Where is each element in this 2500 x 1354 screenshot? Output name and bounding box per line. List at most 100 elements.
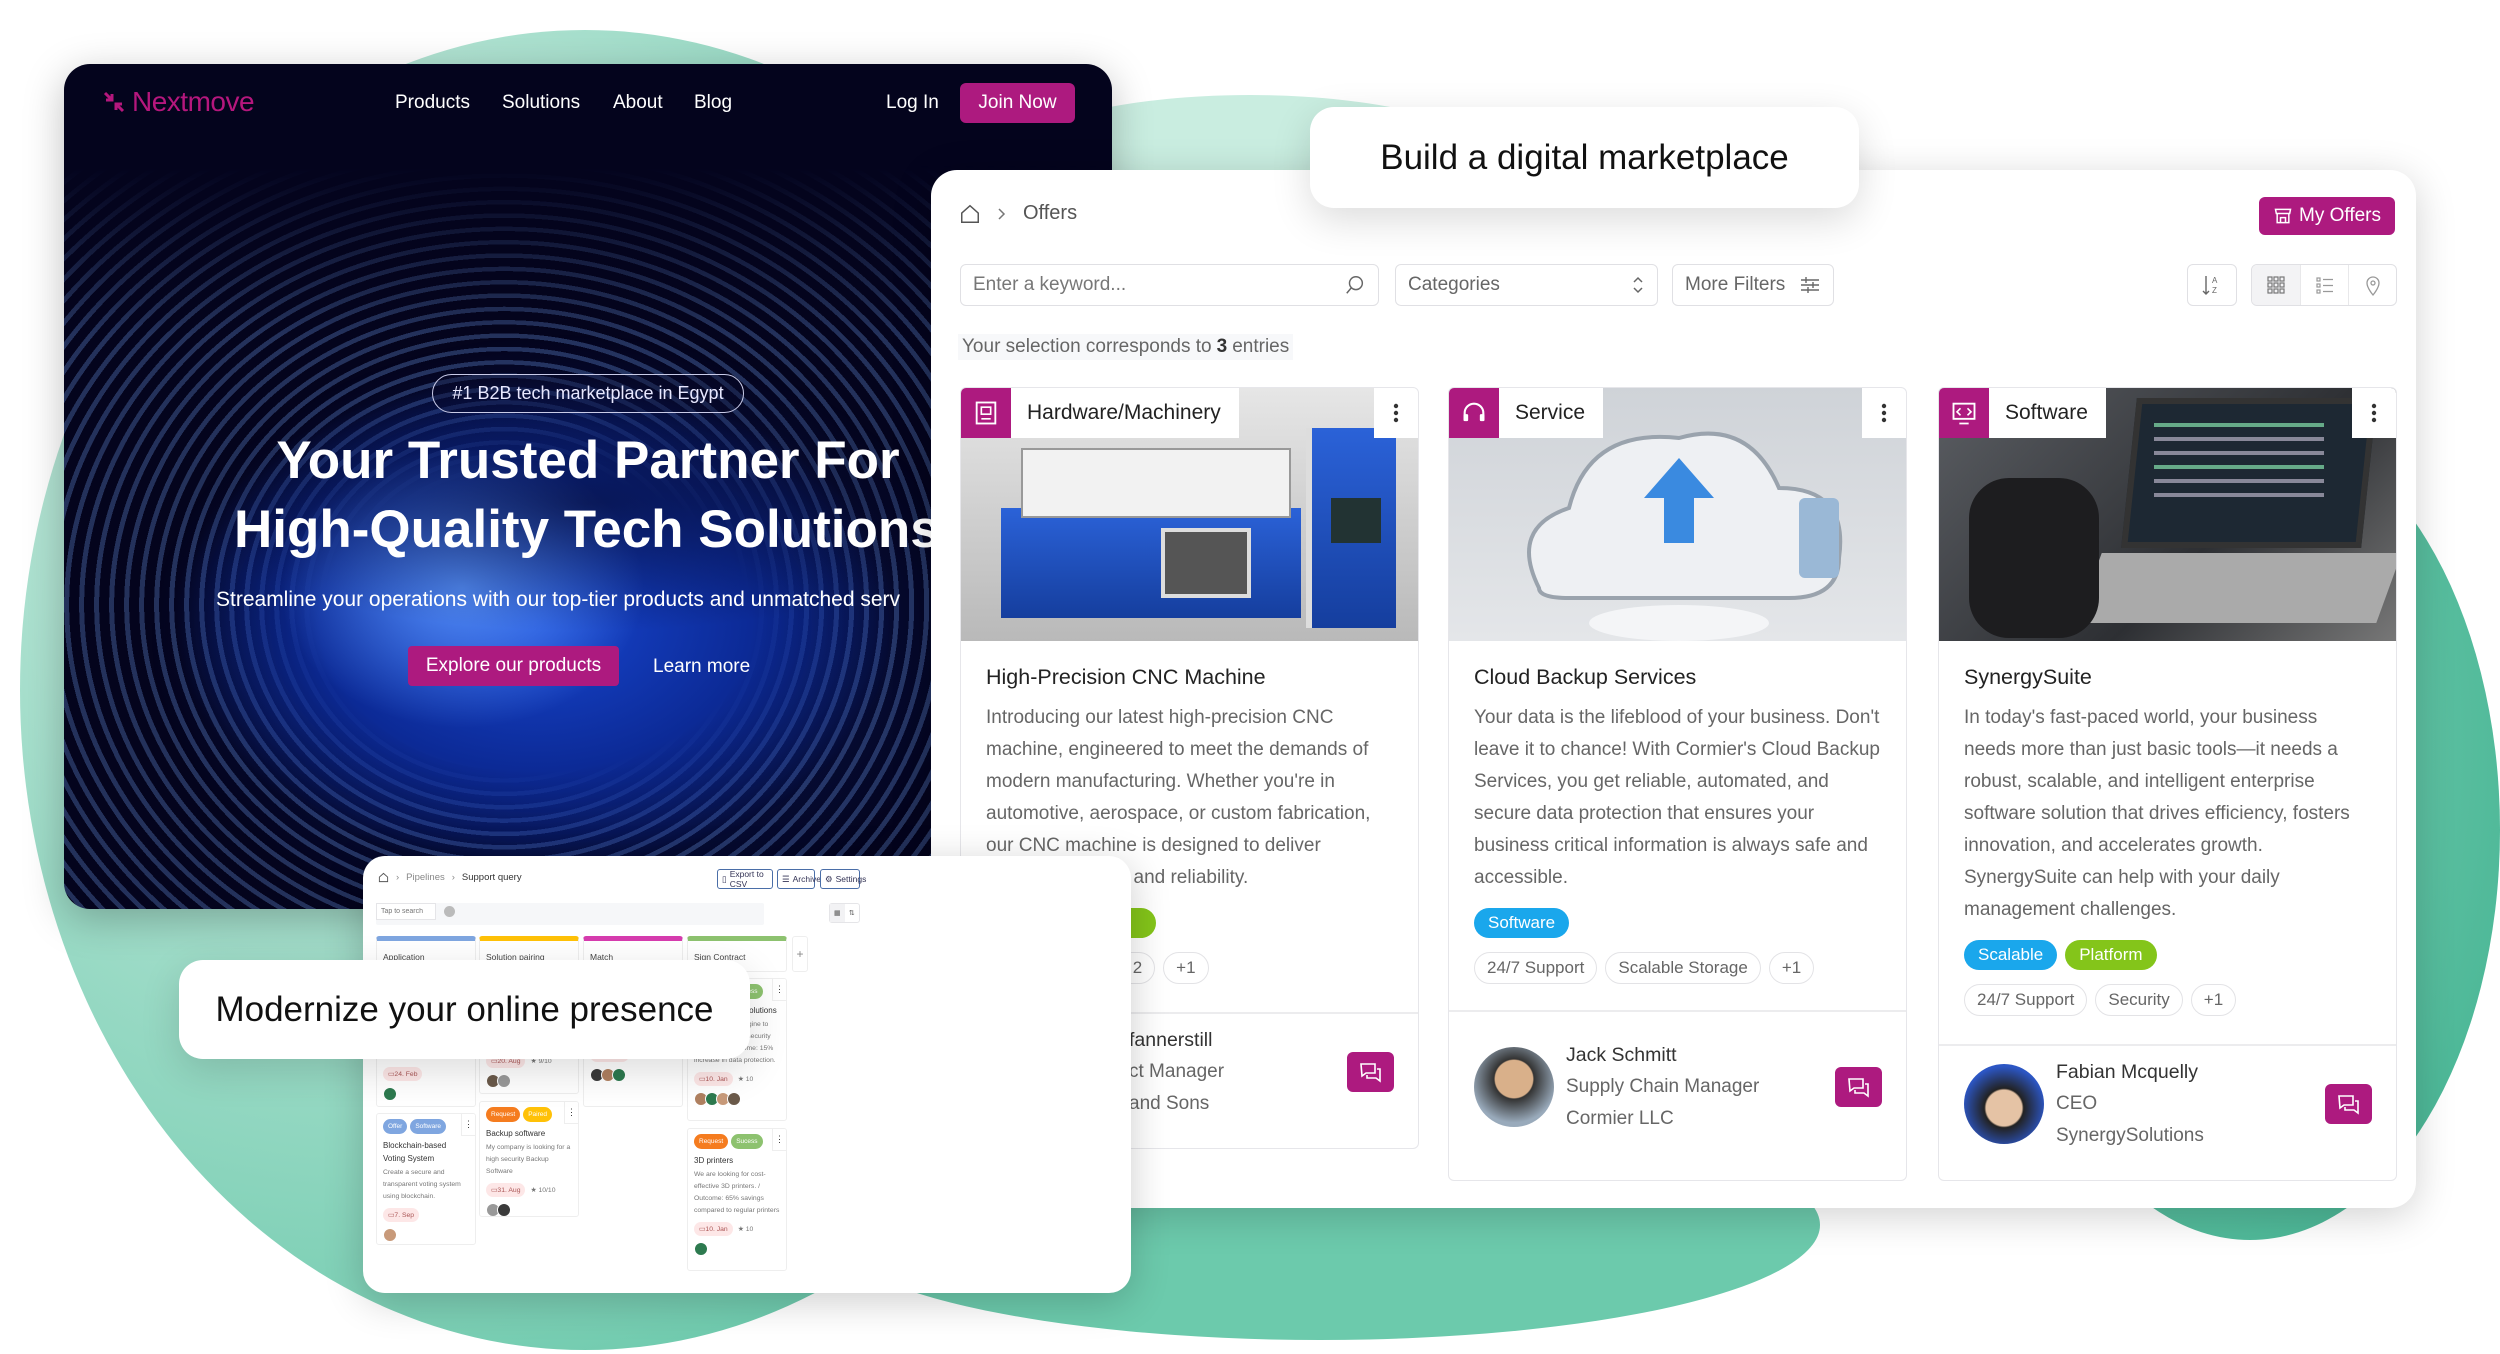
store-icon — [2274, 208, 2292, 224]
card-rating: ★ 10 — [738, 1075, 754, 1083]
date-text: 24. Feb — [394, 1070, 418, 1078]
settings-button[interactable]: ⚙ Settings — [820, 869, 866, 889]
card-tag: Request — [694, 1134, 729, 1149]
home-icon[interactable] — [959, 203, 981, 225]
offer-chip[interactable]: Scalable Storage — [1605, 952, 1761, 984]
card-assignees — [694, 1092, 780, 1106]
home-icon[interactable] — [378, 872, 389, 883]
board-view-icon[interactable]: ▦ — [830, 904, 845, 922]
chevron-updown-icon — [1633, 276, 1643, 294]
nav-solutions[interactable]: Solutions — [502, 92, 580, 114]
user-filter-icon[interactable] — [444, 906, 455, 917]
contact-role: Supply Chain Manager — [1566, 1076, 1760, 1097]
keyword-search[interactable] — [960, 264, 1379, 306]
list-view-button[interactable] — [2300, 265, 2348, 305]
category-name: Service — [1515, 401, 1586, 424]
keyword-search-input[interactable] — [973, 274, 1308, 296]
offer-image[interactable]: Hardware/Machinery — [961, 388, 1418, 641]
contact-name[interactable]: Fabian Mcquelly — [2056, 1056, 2204, 1088]
avatar[interactable] — [1964, 1064, 2044, 1144]
kebab-menu-icon[interactable]: ⋮ — [772, 1129, 786, 1151]
date-text: 10. Jan — [705, 1225, 728, 1233]
marketplace-callout: Build a digital marketplace — [1310, 107, 1859, 208]
nav-blog[interactable]: Blog — [694, 92, 732, 114]
star-icon: ★ — [737, 1076, 746, 1083]
learn-more-link[interactable]: Learn more — [653, 656, 750, 678]
join-now-button[interactable]: Join Now — [960, 83, 1075, 123]
card-title[interactable]: Backup software — [486, 1127, 572, 1140]
chat-button[interactable] — [1347, 1052, 1394, 1092]
avatar[interactable] — [727, 1092, 741, 1106]
offer-title[interactable]: High-Precision CNC Machine — [986, 665, 1393, 690]
offer-card[interactable]: Software SynergySuite In today's fast-pace… — [1938, 387, 2397, 1181]
offer-chip[interactable]: 24/7 Support — [1964, 984, 2088, 1016]
my-offers-button[interactable]: My Offers — [2259, 197, 2395, 235]
kebab-menu-icon[interactable] — [1862, 388, 1906, 438]
pipeline-card[interactable]: ⋮ Request Paired Backup software My company … — [479, 1101, 579, 1217]
kebab-menu-icon[interactable]: ⋮ — [772, 979, 786, 1001]
sort-icon[interactable]: ⇅ — [845, 904, 860, 922]
pipeline-card[interactable]: ⋮ Offer Software Blockchain-based Voting Sy… — [376, 1113, 476, 1245]
grid-view-button[interactable] — [2252, 265, 2300, 305]
avatar[interactable] — [383, 1087, 397, 1101]
contact-name[interactable]: Jack Schmitt — [1566, 1039, 1759, 1071]
offer-image[interactable]: Service — [1449, 388, 1906, 641]
nav-about[interactable]: About — [613, 92, 663, 114]
card-assignees — [383, 1228, 469, 1242]
avatar[interactable] — [612, 1068, 626, 1082]
kebab-menu-icon[interactable] — [2352, 388, 2396, 438]
kebab-menu-icon[interactable]: ⋮ — [461, 1114, 475, 1136]
kebab-menu-icon[interactable]: ⋮ — [564, 1102, 578, 1124]
offer-chip[interactable]: +1 — [1768, 952, 1815, 984]
more-filters-button[interactable]: More Filters — [1672, 264, 1834, 306]
chat-button[interactable] — [1835, 1067, 1882, 1107]
avatar[interactable] — [497, 1074, 511, 1088]
offer-chip[interactable]: Security — [2095, 984, 2183, 1016]
offer-chips: 24/7 Support Scalable Storage +1 — [1474, 952, 1881, 984]
contact-name[interactable]: fannerstill — [1129, 1024, 1224, 1056]
avatar[interactable] — [497, 1203, 511, 1216]
offer-chip[interactable]: 24/7 Support — [1474, 952, 1598, 984]
offer-tag[interactable]: Software — [1474, 908, 1570, 938]
offer-chip[interactable]: +1 — [1163, 952, 1209, 984]
archive-button[interactable]: ☰ Archive — [777, 869, 821, 889]
pipeline-view-toggle[interactable]: ▦ ⇅ — [829, 903, 860, 923]
breadcrumb-current: Offers — [1023, 202, 1078, 224]
login-link[interactable]: Log In — [886, 92, 939, 114]
avatar[interactable] — [1474, 1047, 1554, 1127]
card-title[interactable]: 3D printers — [694, 1154, 780, 1167]
avatar[interactable] — [383, 1228, 397, 1242]
search-icon[interactable] — [1344, 274, 1366, 296]
pipeline-panel: › Pipelines › Support query ▯ Export to CSV… — [363, 856, 1131, 1293]
offer-card[interactable]: Service Cloud Backup Services Your data is… — [1448, 387, 1907, 1181]
rating-value: 10 — [745, 1226, 754, 1233]
avatar[interactable] — [694, 1242, 708, 1256]
offer-contact: Fabian Mcquelly CEO SynergySolutions — [1939, 1044, 2396, 1180]
explore-products-button[interactable]: Explore our products — [408, 646, 619, 686]
archive-icon: ☰ — [782, 873, 790, 884]
pipeline-card[interactable]: ⋮ Request Sucess 3D printers We are looking … — [687, 1128, 787, 1271]
map-view-button[interactable] — [2348, 265, 2396, 305]
offer-title[interactable]: SynergySuite — [1964, 665, 2371, 690]
card-tag: Paired — [523, 1107, 553, 1122]
card-title[interactable]: Blockchain-based Voting System — [383, 1139, 469, 1165]
nav-products[interactable]: Products — [395, 92, 470, 114]
pipeline-search-input[interactable] — [376, 903, 436, 920]
nextmove-logo[interactable]: Nextmove — [102, 86, 255, 118]
offer-chip[interactable]: +1 — [2190, 984, 2237, 1016]
hero-badge: #1 B2B tech marketplace in Egypt — [432, 374, 744, 413]
sort-button[interactable]: AZ — [2187, 264, 2237, 306]
offer-tag[interactable]: Platform — [2065, 940, 2157, 970]
offer-image[interactable]: Software — [1939, 388, 2396, 641]
offer-tag[interactable]: Scalable — [1964, 940, 2058, 970]
hardware-icon — [961, 388, 1011, 438]
kebab-menu-icon[interactable] — [1374, 388, 1418, 438]
chat-button[interactable] — [2325, 1084, 2372, 1124]
export-csv-button[interactable]: ▯ Export to CSV — [717, 869, 773, 889]
offer-title[interactable]: Cloud Backup Services — [1474, 665, 1881, 690]
breadcrumb-pipelines[interactable]: Pipelines — [406, 872, 445, 883]
selection-suffix: entries — [1232, 336, 1290, 357]
rating-value: 10 — [745, 1076, 754, 1083]
add-column-button[interactable]: + — [792, 936, 808, 972]
categories-select[interactable]: Categories — [1395, 264, 1658, 306]
